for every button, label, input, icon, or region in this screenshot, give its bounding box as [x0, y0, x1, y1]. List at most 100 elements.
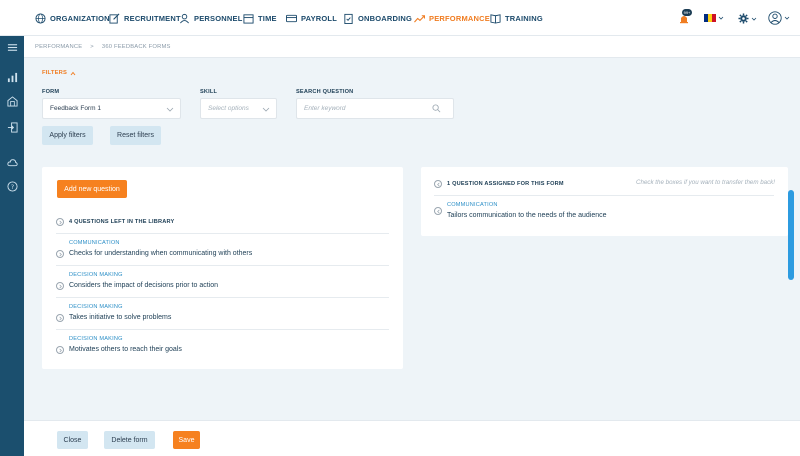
building-icon[interactable] [6, 95, 18, 107]
filters-toggle[interactable]: FILTERS [42, 70, 76, 76]
trend-icon [414, 14, 425, 23]
nav-item-training[interactable]: TRAINING [490, 0, 543, 36]
chevron-down-icon [784, 16, 790, 20]
assigned-header-text: 1 QUESTION ASSIGNED FOR THIS FORM [447, 181, 564, 187]
nav-label: ORGANIZATION [50, 13, 110, 23]
breadcrumb-current: 360 FEEDBACK FORMS [101, 43, 171, 50]
question-library-card: Add new question 4 QUESTIONS LEFT IN THE… [42, 167, 403, 369]
chevron-down-icon [751, 17, 757, 21]
flag-icon [704, 14, 716, 22]
chevron-down-icon [262, 107, 270, 112]
search-input[interactable]: Enter keyword [296, 98, 454, 119]
breadcrumb-separator: > [90, 43, 94, 50]
login-icon[interactable] [6, 121, 18, 133]
nav-label: RECRUITMENT [124, 13, 181, 23]
nav-label: PAYROLL [301, 13, 337, 23]
language-selector[interactable] [704, 14, 724, 22]
breadcrumb: PERFORMANCE > 360 FEEDBACK FORMS [24, 36, 800, 58]
question-text: Takes initiative to solve problems [69, 314, 172, 321]
skill-label: SKILL [200, 89, 218, 95]
gear-icon [738, 13, 749, 24]
delete-form-button[interactable]: Delete form [104, 431, 155, 449]
question-category: COMMUNICATION [69, 240, 120, 246]
list-item[interactable]: COMMUNICATION Checks for understanding w… [56, 239, 389, 265]
nav-label: PERSONNEL [194, 13, 243, 23]
arrow-right-icon [56, 218, 64, 226]
divider [434, 195, 774, 196]
search-icon [432, 104, 441, 113]
cloud-icon[interactable] [6, 156, 18, 168]
arrow-left-icon [434, 180, 442, 188]
reset-filters-button[interactable]: Reset filters [110, 126, 161, 145]
add-question-button[interactable]: Add new question [57, 180, 127, 198]
chart-icon[interactable] [6, 71, 18, 83]
clipboard-icon [344, 13, 353, 24]
user-menu[interactable] [768, 11, 790, 25]
nav-item-payroll[interactable]: PAYROLL [286, 0, 337, 36]
skill-select-placeholder: Select options [208, 105, 249, 112]
arrow-right-icon [56, 314, 64, 322]
avatar-icon [768, 11, 782, 25]
arrow-left-icon [434, 207, 442, 215]
list-item[interactable]: COMMUNICATION Tailors communication to t… [434, 201, 774, 227]
nav-label: TRAINING [505, 13, 543, 23]
chevron-down-icon [166, 107, 174, 112]
divider [56, 329, 389, 330]
close-button[interactable]: Close [57, 431, 88, 449]
notification-badge: 99+ [682, 9, 692, 16]
library-header-text: 4 QUESTIONS LEFT IN THE LIBRARY [69, 219, 175, 225]
apply-filters-button[interactable]: Apply filters [42, 126, 93, 145]
question-category: DECISION MAKING [69, 304, 123, 310]
question-category: DECISION MAKING [69, 336, 123, 342]
chevron-down-icon [718, 16, 724, 20]
nav-label: TIME [258, 13, 277, 23]
edit-icon [109, 13, 120, 24]
nav-label: ONBOARDING [358, 13, 413, 23]
list-item[interactable]: DECISION MAKING Motivates others to reac… [56, 335, 389, 361]
arrow-right-icon [56, 346, 64, 354]
nav-item-recruitment[interactable]: RECRUITMENT [109, 0, 181, 36]
form-select[interactable]: Feedback Form 1 [42, 98, 181, 119]
question-text: Considers the impact of decisions prior … [69, 282, 219, 289]
form-select-value: Feedback Form 1 [50, 105, 101, 112]
transfer-hint: Check the boxes if you want to transfer … [636, 179, 775, 186]
nav-item-performance[interactable]: PERFORMANCE [414, 0, 490, 36]
divider [56, 265, 389, 266]
breadcrumb-parent[interactable]: PERFORMANCE [35, 44, 82, 50]
library-header: 4 QUESTIONS LEFT IN THE LIBRARY [56, 218, 174, 226]
sidebar: ? [0, 36, 24, 456]
card-icon [286, 14, 297, 22]
globe-icon [35, 12, 46, 24]
question-text: Checks for understanding when communicat… [69, 250, 253, 257]
question-text: Motivates others to reach their goals [69, 346, 182, 353]
divider [56, 297, 389, 298]
assigned-questions-card: 1 QUESTION ASSIGNED FOR THIS FORM Check … [421, 167, 788, 236]
search-placeholder: Enter keyword [304, 105, 346, 112]
list-item[interactable]: DECISION MAKING Takes initiative to solv… [56, 303, 389, 329]
divider [56, 233, 389, 234]
question-category: DECISION MAKING [69, 272, 123, 278]
nav-item-organization[interactable]: ORGANIZATION [35, 0, 110, 36]
arrow-right-icon [56, 282, 64, 290]
skill-select[interactable]: Select options [200, 98, 277, 119]
scrollbar[interactable] [788, 190, 794, 280]
menu-icon[interactable] [6, 41, 18, 53]
nav-item-time[interactable]: TIME [243, 0, 277, 36]
nav-label: PERFORMANCE [429, 13, 490, 23]
list-item[interactable]: DECISION MAKING Considers the impact of … [56, 271, 389, 297]
settings-menu[interactable] [738, 13, 757, 24]
chevron-up-icon [70, 71, 76, 75]
book-icon [490, 13, 501, 24]
assigned-header: 1 QUESTION ASSIGNED FOR THIS FORM [434, 180, 564, 188]
nav-item-personnel[interactable]: PERSONNEL [179, 0, 242, 36]
form-label: FORM [42, 89, 60, 95]
question-text: Tailors communication to the needs of th… [447, 212, 607, 219]
filters-label: FILTERS [42, 70, 68, 76]
svg-text:?: ? [10, 182, 13, 190]
save-button[interactable]: Save [173, 431, 200, 449]
arrow-right-icon [56, 250, 64, 258]
top-navigation: ORGANIZATION RECRUITMENT PERSONNEL TIME … [0, 0, 800, 36]
help-icon[interactable]: ? [6, 180, 18, 192]
user-icon [180, 13, 189, 23]
nav-item-onboarding[interactable]: ONBOARDING [343, 0, 412, 36]
